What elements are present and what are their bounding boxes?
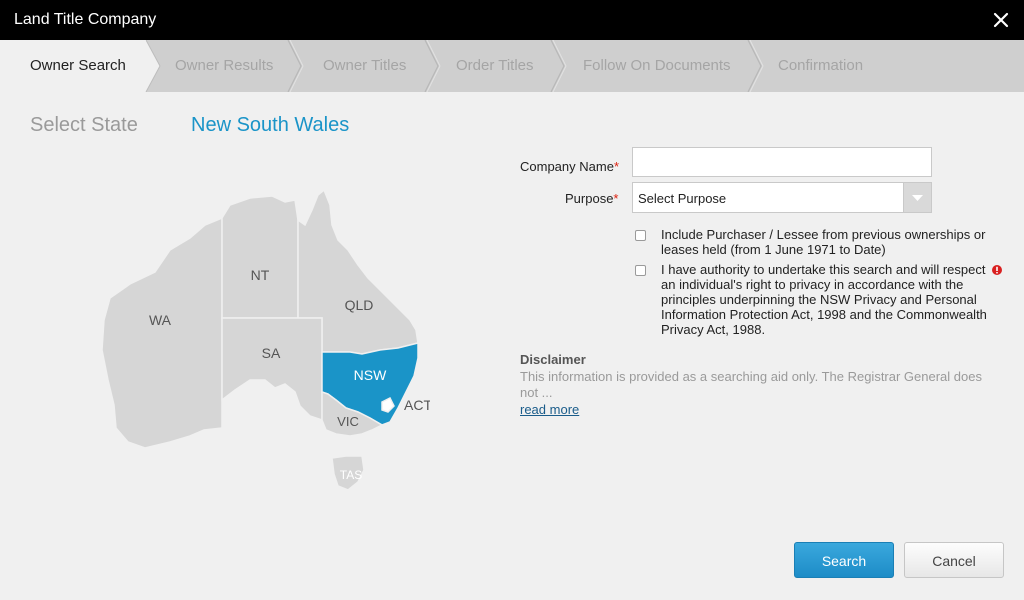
chevron-down-icon (912, 195, 923, 201)
purpose-label: Purpose* (565, 191, 619, 206)
step-confirmation[interactable]: Confirmation (778, 57, 863, 74)
step-owner-titles[interactable]: Owner Titles (323, 57, 406, 74)
map-label-act: ACT (404, 397, 430, 413)
include-purchaser-checkbox[interactable] (635, 230, 646, 241)
map-label-tas: TAS (340, 468, 362, 482)
map-state-wa[interactable] (101, 216, 223, 449)
authority-text: I have authority to undertake this searc… (661, 262, 987, 337)
search-button[interactable]: Search (794, 542, 894, 578)
read-more-link[interactable]: read more (520, 402, 579, 417)
step-owner-search[interactable]: Owner Search (30, 57, 126, 74)
step-follow-on-documents[interactable]: Follow On Documents (583, 57, 731, 74)
map-state-sa[interactable] (221, 317, 323, 422)
selected-state-name: New South Wales (191, 114, 350, 136)
map-label-nt: NT (251, 267, 270, 283)
map-label-qld: QLD (345, 297, 374, 313)
map-label-vic: VIC (337, 414, 359, 429)
company-name-input[interactable] (632, 147, 932, 177)
window-title: Land Title Company (14, 11, 157, 28)
map-label-sa: SA (262, 345, 281, 361)
step-order-titles[interactable]: Order Titles (456, 57, 534, 74)
australia-map: WA NT SA QLD NSW ACT VIC TAS (101, 188, 430, 491)
step-owner-results[interactable]: Owner Results (175, 57, 273, 74)
disclaimer-title: Disclaimer (520, 352, 586, 367)
close-icon[interactable] (990, 9, 1012, 31)
disclaimer-text: This information is provided as a search… (520, 369, 982, 400)
map-state-nt[interactable] (221, 195, 299, 319)
purpose-dropdown-button[interactable] (903, 183, 931, 212)
exclamation-icon (992, 265, 1002, 275)
map-label-wa: WA (149, 312, 172, 328)
company-name-label: Company Name* (520, 159, 619, 174)
cancel-button[interactable]: Cancel (904, 542, 1004, 578)
purpose-selected-value: Select Purpose (638, 191, 727, 206)
title-bar: Land Title Company (0, 0, 1024, 40)
exclamation-glyph (996, 266, 998, 274)
map-label-nsw: NSW (354, 367, 387, 383)
authority-checkbox[interactable] (635, 265, 646, 276)
include-purchaser-text: Include Purchaser / Lessee from previous… (661, 227, 986, 257)
wizard-steps: Owner Search Owner Results Owner Titles … (0, 40, 1024, 92)
select-state-label: Select State (30, 114, 138, 136)
purpose-select[interactable]: Select Purpose (632, 182, 932, 213)
